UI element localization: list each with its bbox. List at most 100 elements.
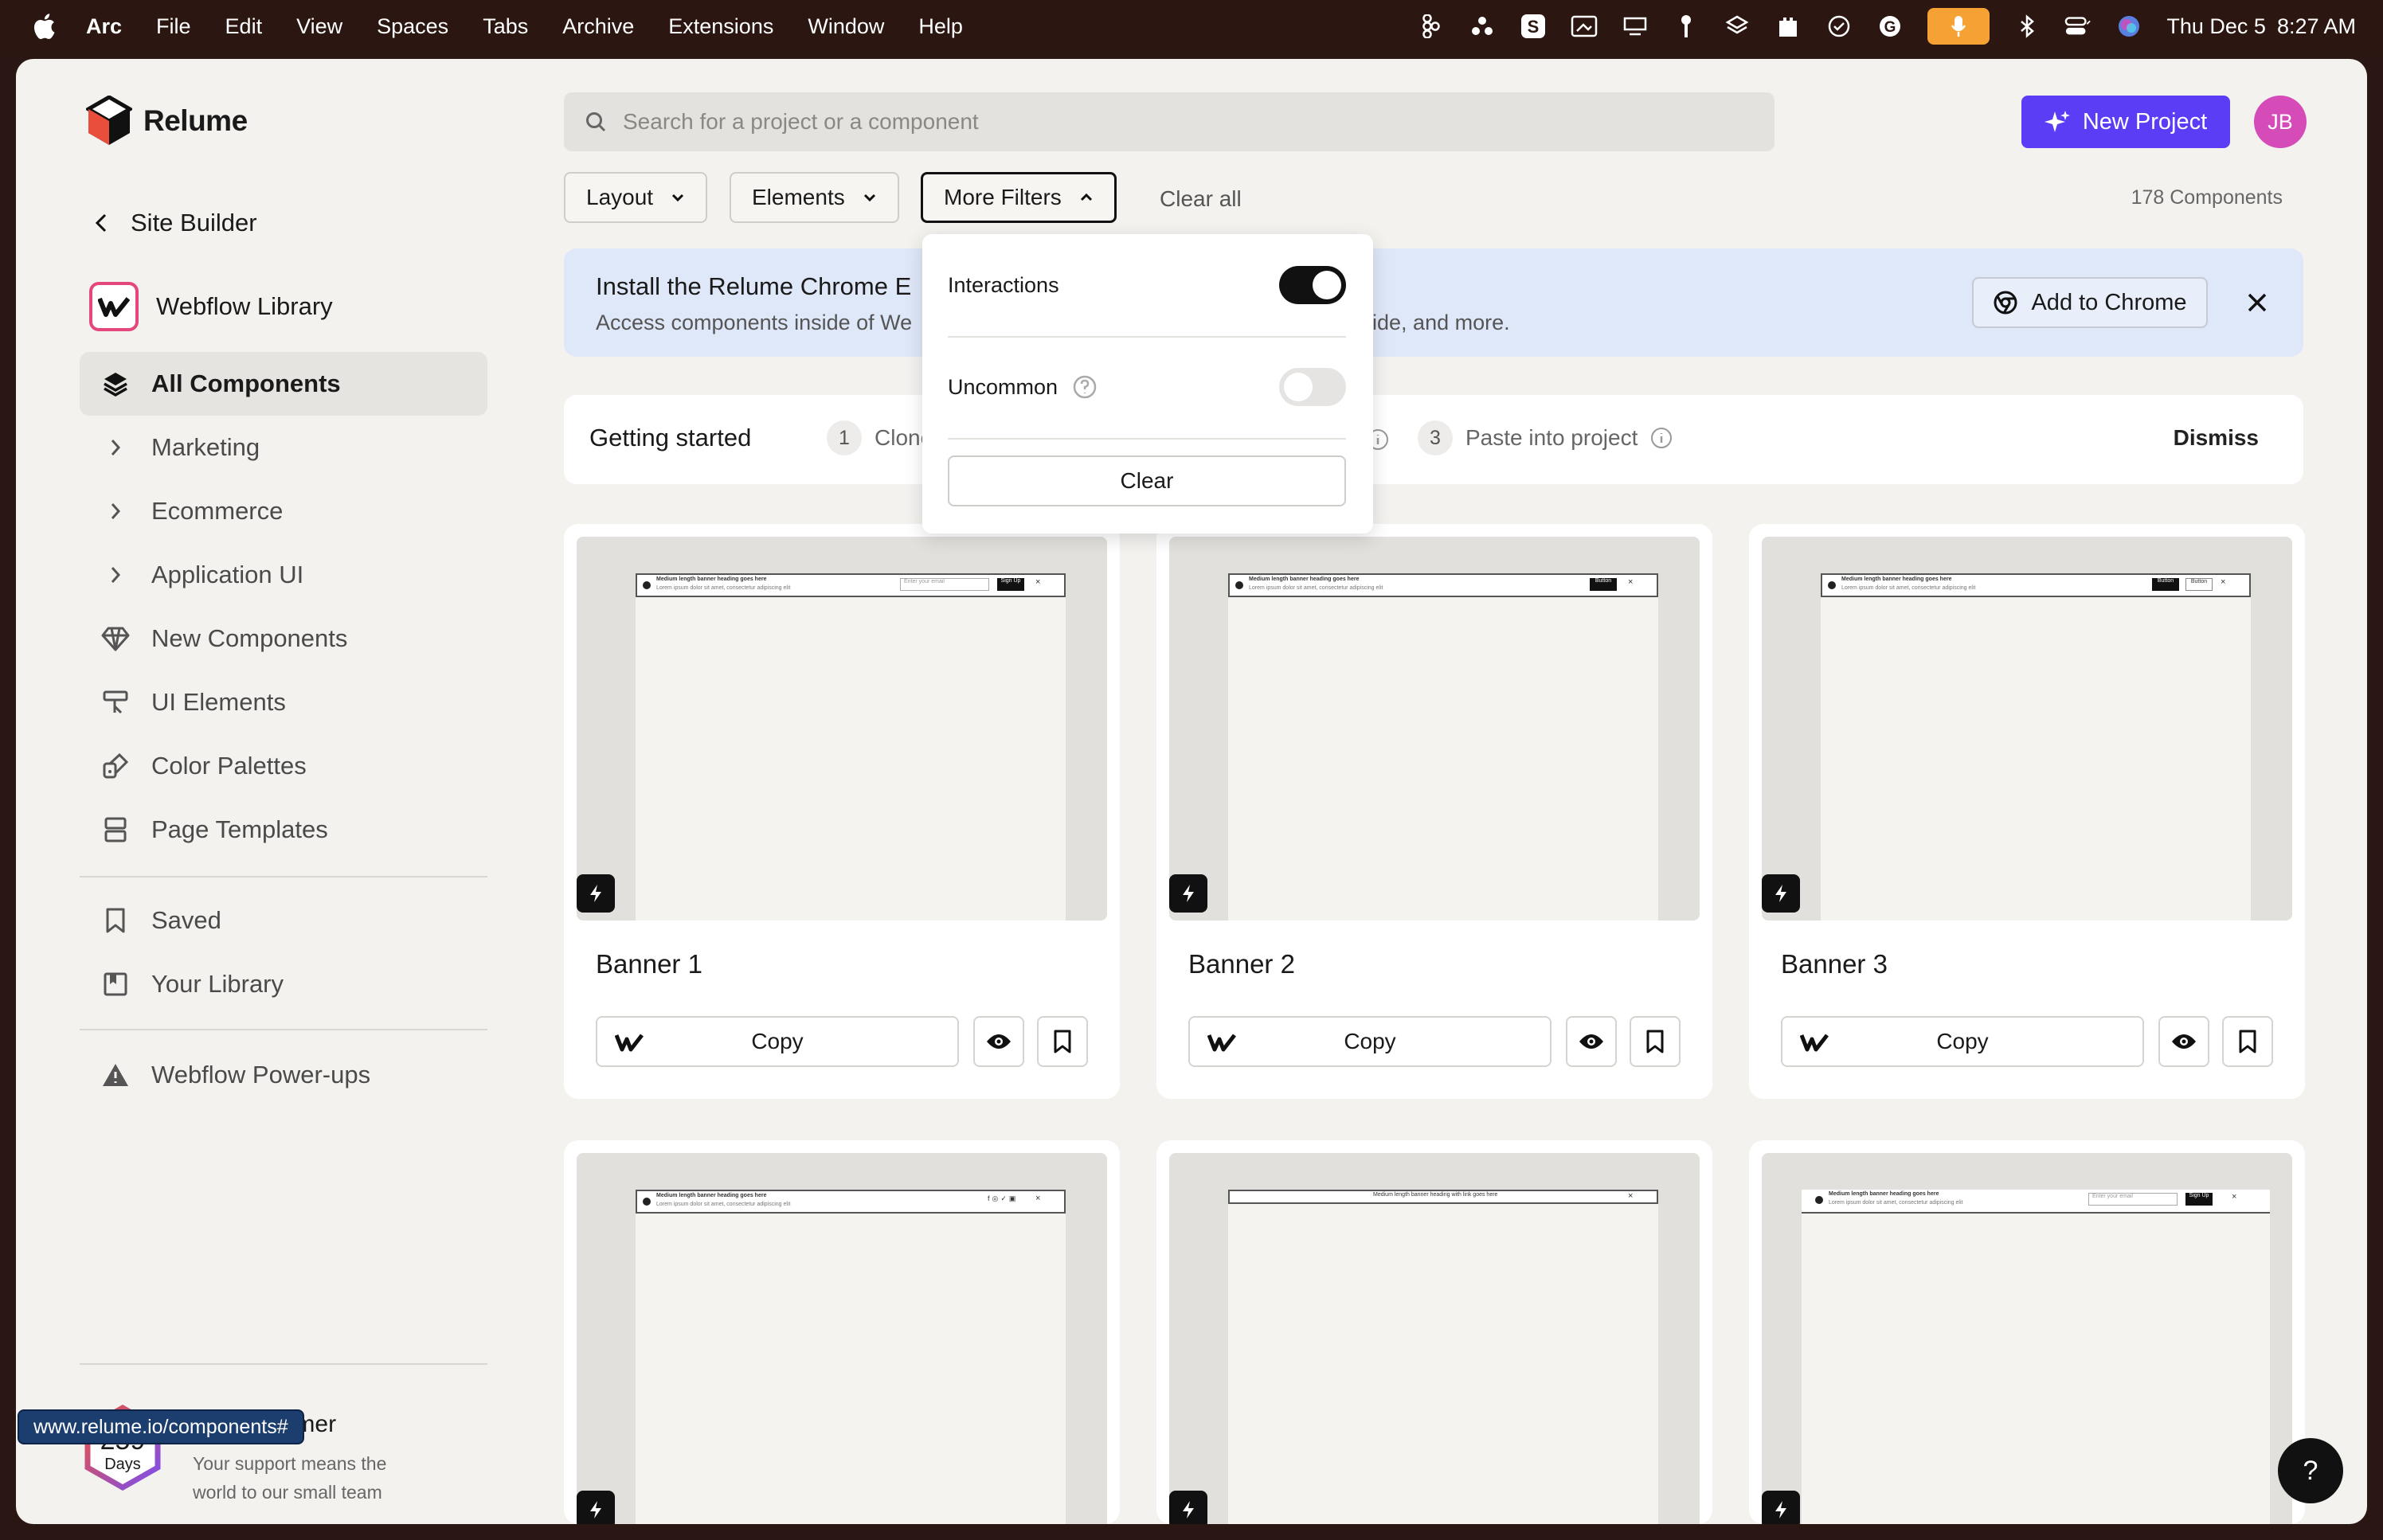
component-card[interactable]: Medium length banner heading goes here L… (564, 524, 1120, 1099)
chevron-left-icon (95, 213, 107, 233)
search-input[interactable] (623, 109, 1738, 135)
more-filters-button[interactable]: More Filters (921, 172, 1117, 223)
figma-icon[interactable] (1418, 13, 1445, 40)
component-card[interactable]: Medium length banner heading goes here L… (564, 1140, 1120, 1524)
sidebar-item-ui-elements[interactable]: UI Elements (80, 670, 487, 734)
preview-heading: Medium length banner heading goes here (656, 577, 767, 582)
preview-button[interactable] (2158, 1016, 2209, 1067)
help-circle-icon[interactable] (1072, 374, 1098, 400)
grammarly-icon[interactable]: G (1876, 13, 1904, 40)
s-app-icon[interactable]: S (1520, 13, 1547, 40)
component-preview[interactable]: Medium length banner heading goes here L… (1169, 537, 1700, 920)
uncommon-filter-row[interactable]: Uncommon (948, 368, 1346, 406)
component-preview[interactable]: Medium length banner heading with link g… (1169, 1153, 1700, 1524)
interactions-filter-row[interactable]: Interactions (948, 266, 1346, 304)
menu-file[interactable]: File (156, 14, 191, 39)
menu-arc[interactable]: Arc (86, 14, 122, 39)
layers-tray-icon[interactable] (1724, 13, 1751, 40)
copy-button[interactable]: Copy (1188, 1016, 1551, 1067)
component-card[interactable]: Medium length banner heading goes here L… (1749, 524, 2305, 1099)
user-avatar[interactable]: JB (2254, 96, 2307, 148)
component-card[interactable]: Medium length banner heading goes here L… (1156, 524, 1712, 1099)
relume-logo[interactable]: Relume (86, 96, 248, 147)
sidebar-item-marketing[interactable]: Marketing (80, 416, 487, 479)
menu-view[interactable]: View (296, 14, 342, 39)
preview-signup: Sign Up (997, 578, 1024, 591)
sidebar-item-color-palettes[interactable]: Color Palettes (80, 734, 487, 798)
preview-button[interactable] (973, 1016, 1024, 1067)
dismiss-button[interactable]: Dismiss (2174, 425, 2259, 451)
check-circle-icon[interactable] (1825, 13, 1853, 40)
menu-tabs[interactable]: Tabs (483, 14, 528, 39)
sidebar-item-saved[interactable]: Saved (80, 889, 487, 952)
preview-button[interactable] (1566, 1016, 1617, 1067)
bluetooth-icon[interactable] (2013, 13, 2041, 40)
siri-icon[interactable] (2115, 13, 2142, 40)
more-filters-dropdown: Interactions Uncommon Clear (922, 234, 1373, 534)
microphone-icon[interactable] (1927, 8, 1990, 45)
dots-cluster-icon[interactable] (1469, 13, 1496, 40)
preview-signup: Sign Up (2185, 1193, 2213, 1206)
warning-triangle-icon (100, 1060, 131, 1090)
interaction-bolt-icon (1762, 1491, 1800, 1524)
sidebar-item-page-templates[interactable]: Page Templates (80, 798, 487, 862)
clock[interactable]: Thu Dec 5 8:27 AM (2166, 14, 2356, 39)
menu-archive[interactable]: Archive (562, 14, 634, 39)
sidebar-item-webflow-powerups[interactable]: Webflow Power-ups (80, 1043, 487, 1107)
preview-close-icon: × (2221, 577, 2226, 587)
close-icon[interactable] (2241, 287, 2273, 319)
copy-button[interactable]: Copy (1781, 1016, 2144, 1067)
menu-extensions[interactable]: Extensions (668, 14, 773, 39)
sidebar-item-application-ui[interactable]: Application UI (80, 543, 487, 607)
save-button[interactable] (1630, 1016, 1681, 1067)
component-preview[interactable]: Medium length banner heading goes here L… (1762, 537, 2292, 920)
menu-edit[interactable]: Edit (225, 14, 263, 39)
copy-button[interactable]: Copy (596, 1016, 959, 1067)
menu-spaces[interactable]: Spaces (377, 14, 448, 39)
webflow-library[interactable]: Webflow Library (89, 282, 333, 331)
clear-all-link[interactable]: Clear all (1160, 186, 1242, 212)
preview-close-icon: × (1035, 577, 1041, 587)
sidebar-item-ecommerce[interactable]: Ecommerce (80, 479, 487, 543)
getting-started-title: Getting started (589, 424, 752, 451)
webflow-icon (615, 1034, 644, 1052)
sidebar-divider (80, 876, 487, 877)
elements-filter-button[interactable]: Elements (730, 172, 899, 223)
add-to-chrome-button[interactable]: Add to Chrome (1972, 277, 2208, 328)
library-label: Webflow Library (156, 292, 333, 320)
component-card[interactable]: Medium length banner heading with link g… (1156, 1140, 1712, 1524)
screen-icon[interactable] (1571, 13, 1598, 40)
sidebar-item-new-components[interactable]: New Components (80, 607, 487, 670)
info-icon[interactable] (1650, 427, 1673, 449)
component-preview[interactable]: Medium length banner heading goes here L… (1762, 1153, 2292, 1524)
search-bar[interactable] (564, 92, 1775, 151)
palette-icon (100, 751, 131, 781)
logo-icon (643, 1198, 651, 1206)
menu-help[interactable]: Help (918, 14, 963, 39)
sidebar-item-label: Ecommerce (151, 497, 284, 525)
component-card[interactable]: Medium length banner heading goes here L… (1749, 1140, 2305, 1524)
dropdown-clear-button[interactable]: Clear (948, 455, 1346, 506)
component-preview[interactable]: Medium length banner heading goes here L… (577, 1153, 1107, 1524)
control-center-icon[interactable] (2064, 13, 2091, 40)
key-icon[interactable] (1673, 13, 1700, 40)
save-button[interactable] (1037, 1016, 1088, 1067)
new-project-button[interactable]: New Project (2021, 96, 2230, 148)
sidebar-item-your-library[interactable]: Your Library (80, 952, 487, 1016)
apple-icon[interactable] (32, 13, 56, 40)
preview-button-mini: Button (1590, 578, 1617, 591)
interactions-toggle[interactable] (1279, 266, 1346, 304)
template-icon (100, 815, 131, 845)
help-button[interactable]: ? (2278, 1438, 2343, 1503)
menu-window[interactable]: Window (808, 14, 884, 39)
svg-text:G: G (1884, 19, 1896, 36)
save-button[interactable] (2222, 1016, 2273, 1067)
back-to-site-builder[interactable]: Site Builder (94, 209, 257, 237)
component-preview[interactable]: Medium length banner heading goes here L… (577, 537, 1107, 920)
uncommon-toggle[interactable] (1279, 368, 1346, 406)
display-icon[interactable] (1622, 13, 1649, 40)
chrome-extension-banner: Install the Relume Chrome E Access compo… (564, 248, 2303, 357)
layout-filter-button[interactable]: Layout (564, 172, 708, 223)
castle-icon[interactable] (1775, 13, 1802, 40)
sidebar-item-all-components[interactable]: All Components (80, 352, 487, 416)
